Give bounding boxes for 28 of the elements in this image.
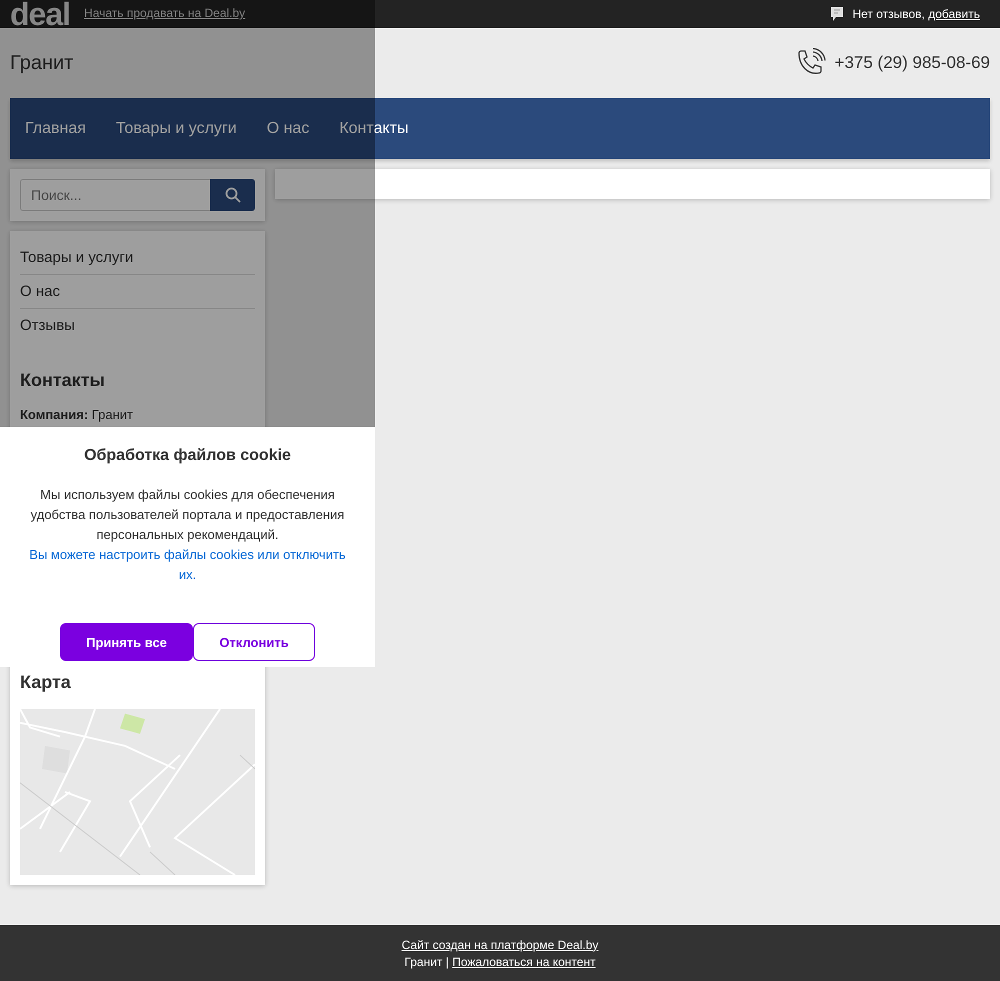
cookie-title: Обработка файлов cookie — [83, 447, 292, 465]
nav-link[interactable]: Главная — [25, 120, 86, 138]
phone-number: +375 (29) 985-08-69 — [834, 53, 990, 73]
map-heading: Карта — [20, 672, 72, 693]
reviews-text: Нет отзывов, добавить — [852, 7, 980, 21]
nav-link[interactable]: Товары и услуги — [116, 120, 237, 138]
platform-link[interactable]: Сайт создан на платформе Deal.by — [402, 938, 598, 952]
add-review-link[interactable]: добавить — [928, 7, 980, 21]
search-icon — [224, 187, 240, 203]
cookie-settings-link[interactable]: Вы можете настроить файлы cookies или отключить их. — [25, 545, 350, 585]
cookie-text: Мы используем файлы cookies для обеспечения удобства пользователей портала и предоставления персональных рекомендаций. Вы можете настроить файлы cookies или отключить их. — [25, 485, 350, 585]
sidebar-link[interactable]: О нас — [20, 275, 255, 309]
company-info: Компания: Гранит — [20, 407, 134, 422]
comment-icon — [830, 6, 844, 22]
sidebar-link[interactable]: Товары и услуги — [20, 241, 255, 275]
sell-link[interactable]: Начать продавать на Deal.by — [84, 6, 246, 20]
sidebar-link[interactable]: Отзывы — [20, 309, 255, 342]
logo[interactable]: deal — [10, 0, 70, 28]
company-name: Гранит — [10, 52, 74, 74]
nav-link[interactable]: О нас — [266, 120, 310, 138]
decline-button[interactable]: Отклонить — [193, 623, 315, 661]
footer-text: Гранит | Пожаловаться на контент — [404, 954, 596, 968]
contacts-heading: Контакты — [20, 370, 106, 391]
accept-button[interactable]: Принять все — [60, 623, 193, 661]
nav-link[interactable]: Контакты — [339, 120, 408, 138]
search-button[interactable] — [210, 179, 255, 211]
complaint-link[interactable]: Пожаловаться на контент — [452, 954, 596, 968]
search-field[interactable]: Поиск... — [20, 179, 210, 211]
